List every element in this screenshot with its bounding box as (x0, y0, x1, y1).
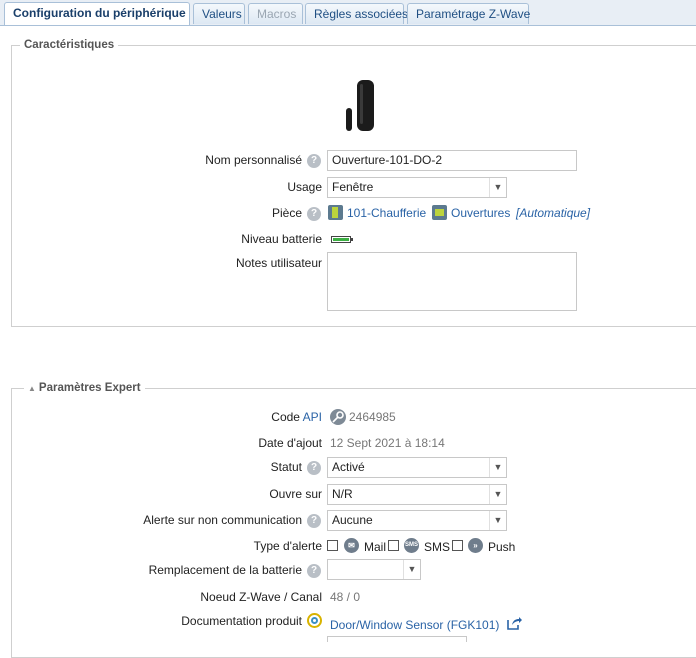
chevron-down-icon: ▼ (489, 458, 506, 477)
help-icon[interactable]: ? (307, 564, 321, 578)
notes-label: Notes utilisateur (235, 256, 322, 270)
usage-label: Usage (287, 180, 322, 194)
usage-select[interactable]: Fenêtre ▼ (327, 177, 507, 198)
room-link[interactable]: 101-Chaufferie (347, 206, 426, 220)
partial-field (327, 636, 467, 642)
name-label: Nom personnalisé (205, 153, 302, 167)
battery-label: Niveau batterie (241, 232, 322, 246)
battery-replace-label: Remplacement de la batterie (148, 563, 302, 577)
alert-type-label: Type d'alerte (253, 539, 322, 553)
chevron-down-icon: ▼ (489, 178, 506, 197)
chevron-down-icon: ▼ (403, 560, 420, 579)
push-icon: » (468, 538, 483, 553)
tab-zwave-settings[interactable]: Paramétrage Z-Wave (407, 3, 530, 24)
battery-replace-select[interactable]: ▼ (327, 559, 421, 580)
battery-icon (331, 236, 353, 243)
api-link[interactable]: API (303, 410, 322, 424)
expert-legend-label: Paramètres Expert (38, 382, 141, 394)
date-label: Date d'ajout (258, 436, 322, 450)
doc-link[interactable]: Door/Window Sensor (FGK101) (330, 618, 499, 632)
tab-device-configuration[interactable]: Configuration du périphérique (4, 2, 190, 25)
alert-select-value: Aucune (332, 513, 373, 527)
name-input[interactable]: Ouverture-101-DO-2 (327, 150, 577, 171)
tab-macros: Macros (248, 3, 303, 24)
push-checkbox[interactable] (452, 540, 463, 551)
sms-checkbox[interactable] (388, 540, 399, 551)
help-icon[interactable]: ? (307, 514, 321, 528)
alert-label: Alerte sur non communication (143, 513, 302, 527)
group-icon (432, 205, 447, 220)
opens-select-value: N/R (332, 487, 353, 501)
usage-select-value: Fenêtre (332, 180, 374, 194)
node-value: 48 / 0 (330, 590, 361, 604)
group-automatic: [Automatique] (516, 206, 591, 220)
mail-label: Mail (364, 540, 387, 554)
chevron-down-icon: ▼ (489, 511, 506, 530)
tab-values[interactable]: Valeurs (193, 3, 245, 24)
doc-label: Documentation produit (181, 614, 302, 628)
characteristics-legend: Caractéristiques (20, 38, 119, 53)
sms-label: SMS (424, 540, 451, 554)
help-icon[interactable]: ? (307, 154, 321, 168)
expert-legend[interactable]: ▲ Paramètres Expert (24, 381, 145, 396)
collapse-triangle-icon: ▲ (28, 384, 36, 393)
tab-associated-rules[interactable]: Règles associées (305, 3, 408, 24)
sms-icon: SMS (404, 538, 419, 553)
status-select[interactable]: Activé ▼ (327, 457, 507, 478)
door-window-sensor-icon (343, 80, 377, 132)
code-value: 2464985 (349, 410, 396, 424)
help-icon[interactable]: ? (307, 207, 321, 221)
help-icon[interactable]: ? (307, 461, 321, 475)
opens-label: Ouvre sur (269, 487, 322, 501)
node-label: Noeud Z-Wave / Canal (200, 590, 322, 604)
push-label: Push (488, 540, 516, 554)
documentation-icon (307, 613, 322, 628)
key-icon (330, 409, 346, 425)
room-icon (328, 205, 343, 220)
code-label-text: Code (271, 410, 300, 424)
external-link-icon[interactable] (507, 616, 523, 630)
date-value: 12 Sept 2021 à 18:14 (330, 436, 445, 450)
status-label: Statut (270, 460, 302, 474)
mail-icon: ✉ (344, 538, 359, 553)
alert-select[interactable]: Aucune ▼ (327, 510, 507, 531)
status-select-value: Activé (332, 460, 365, 474)
room-label: Pièce (271, 206, 302, 220)
group-link[interactable]: Ouvertures (451, 206, 510, 220)
code-label: Code API (271, 410, 322, 424)
opens-select[interactable]: N/R ▼ (327, 484, 507, 505)
notes-textarea[interactable] (327, 252, 577, 311)
chevron-down-icon: ▼ (489, 485, 506, 504)
tab-bar: Configuration du périphérique Valeurs Ma… (0, 0, 696, 26)
mail-checkbox[interactable] (327, 540, 338, 551)
